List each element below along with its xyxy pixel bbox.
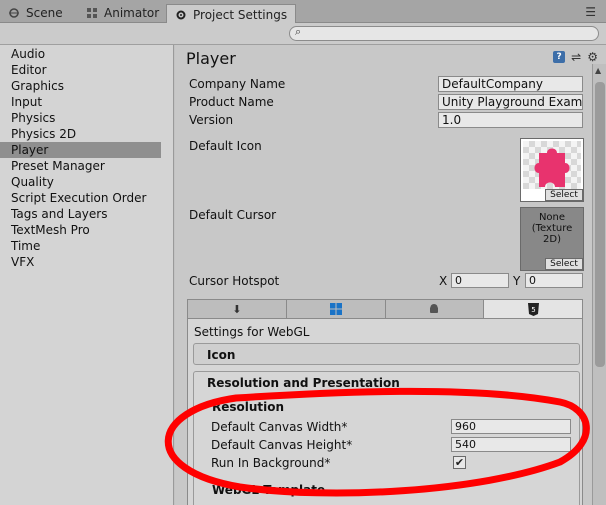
html5-icon: 5 xyxy=(527,302,539,316)
sidebar-item-preset-manager[interactable]: Preset Manager xyxy=(0,158,173,174)
tab-uwp[interactable] xyxy=(287,300,386,318)
scroll-up-arrow-icon[interactable]: ▲ xyxy=(595,66,601,75)
canvas-width-label: Default Canvas Width* xyxy=(211,420,348,434)
puzzle-piece-icon xyxy=(534,148,570,187)
tab-label: Project Settings xyxy=(193,7,288,22)
sidebar-item-input[interactable]: Input xyxy=(0,94,173,110)
vertical-scrollbar[interactable]: ▲ xyxy=(592,64,606,505)
default-cursor-select-button[interactable]: Select xyxy=(545,258,583,270)
hotspot-y-label: Y xyxy=(513,274,521,288)
animator-icon xyxy=(86,7,98,19)
default-icon-label: Default Icon xyxy=(189,139,262,153)
canvas-width-field[interactable]: 960 xyxy=(451,419,571,434)
header-icons: ? ⇌ ⚙ xyxy=(553,50,598,64)
canvas-height-label: Default Canvas Height* xyxy=(211,438,353,452)
settings-for-webgl: Settings for WebGL xyxy=(194,325,310,339)
sidebar-item-player[interactable]: Player xyxy=(0,142,161,158)
sidebar-item-vfx[interactable]: VFX xyxy=(0,254,173,270)
webgl-settings-box: Settings for WebGL Icon Resolution and P… xyxy=(187,319,583,505)
sidebar-item-script-execution-order[interactable]: Script Execution Order xyxy=(0,190,173,206)
tab-label: Animator xyxy=(104,6,160,20)
scroll-thumb[interactable] xyxy=(595,82,605,367)
editor-tab-bar: Scene Animator Project Settings ☰ xyxy=(0,0,606,24)
cursor-2d-line: 2D) xyxy=(543,234,561,245)
hotspot-x-label: X xyxy=(439,274,448,288)
settings-gear-icon[interactable]: ⚙ xyxy=(587,50,598,64)
tab-android[interactable] xyxy=(386,300,485,318)
hotspot-x-field[interactable]: 0 xyxy=(451,273,509,288)
player-settings-panel: Player ? ⇌ ⚙ Company Name DefaultCompany… xyxy=(175,45,606,505)
tab-project-settings[interactable]: Project Settings xyxy=(166,4,297,24)
tab-animator[interactable]: Animator xyxy=(78,3,167,23)
tab-label: Scene xyxy=(26,6,63,20)
tab-standalone[interactable]: ⬇ xyxy=(188,300,287,318)
cursor-none-line: None xyxy=(538,212,566,223)
tab-menu-icon[interactable]: ☰ xyxy=(585,5,596,19)
platform-tabs: ⬇ 5 xyxy=(187,299,583,319)
download-icon: ⬇ xyxy=(232,302,242,316)
cursor-none-text: None (Texture 2D) xyxy=(521,212,583,245)
canvas-height-field[interactable]: 540 xyxy=(451,437,571,452)
search-icon: ⌕ xyxy=(295,25,302,38)
sidebar-item-graphics[interactable]: Graphics xyxy=(0,78,173,94)
company-name-label: Company Name xyxy=(189,77,286,91)
android-icon xyxy=(430,304,439,313)
gear-icon xyxy=(175,9,187,21)
sidebar-item-textmesh-pro[interactable]: TextMesh Pro xyxy=(0,222,173,238)
company-name-field[interactable]: DefaultCompany xyxy=(438,76,583,92)
sidebar-item-editor[interactable]: Editor xyxy=(0,62,173,78)
run-in-background-checkbox[interactable]: ✔ xyxy=(453,456,466,469)
default-icon-slot[interactable]: Select xyxy=(520,138,584,202)
hotspot-y-field[interactable]: 0 xyxy=(525,273,583,288)
search-input[interactable]: ⌕ xyxy=(289,25,599,41)
tab-webgl[interactable]: 5 xyxy=(484,300,582,318)
preset-icon[interactable]: ⇌ xyxy=(571,50,581,64)
webgl-template-heading: WebGL Template xyxy=(212,483,326,497)
icon-foldout-label: Icon xyxy=(207,348,236,362)
sidebar-item-audio[interactable]: Audio xyxy=(0,46,173,62)
scene-icon xyxy=(8,7,20,19)
resolution-heading: Resolution xyxy=(212,400,285,414)
search-strip: ⌕ xyxy=(0,23,606,45)
product-name-field[interactable]: Unity Playground Examp xyxy=(438,94,583,110)
run-in-background-label: Run In Background* xyxy=(211,456,331,470)
svg-text:5: 5 xyxy=(531,306,535,314)
product-name-label: Product Name xyxy=(189,95,274,109)
version-label: Version xyxy=(189,113,234,127)
cursor-hotspot-label: Cursor Hotspot xyxy=(189,274,280,288)
default-cursor-label: Default Cursor xyxy=(189,208,277,222)
version-field[interactable]: 1.0 xyxy=(438,112,583,128)
sidebar-item-physics-2d[interactable]: Physics 2D xyxy=(0,126,173,142)
sidebar-item-physics[interactable]: Physics xyxy=(0,110,173,126)
default-cursor-slot[interactable]: None (Texture 2D) Select xyxy=(520,207,584,271)
cursor-texture-line: (Texture xyxy=(531,223,573,234)
sidebar-item-time[interactable]: Time xyxy=(0,238,173,254)
page-title: Player xyxy=(186,49,236,68)
help-icon[interactable]: ? xyxy=(553,51,566,63)
settings-sidebar: Audio Editor Graphics Input Physics Phys… xyxy=(0,45,174,505)
tab-scene[interactable]: Scene xyxy=(0,3,71,23)
sidebar-item-quality[interactable]: Quality xyxy=(0,174,173,190)
windows-icon xyxy=(329,303,342,315)
resolution-presentation-label: Resolution and Presentation xyxy=(207,376,400,390)
sidebar-item-tags-and-layers[interactable]: Tags and Layers xyxy=(0,206,173,222)
icon-foldout[interactable]: Icon xyxy=(193,343,580,365)
default-icon-select-button[interactable]: Select xyxy=(545,189,583,201)
